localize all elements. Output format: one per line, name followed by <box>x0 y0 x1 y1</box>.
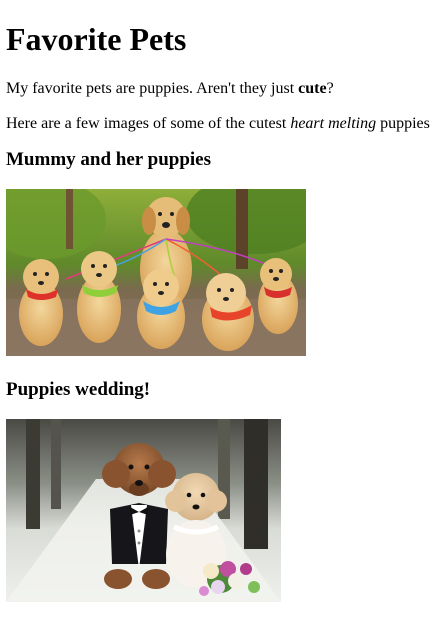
secondary-end-text: puppies <box>376 115 430 132</box>
secondary-paragraph: Here are a few images of some of the cut… <box>6 114 438 133</box>
secondary-text: Here are a few images of some of the cut… <box>6 115 291 132</box>
intro-end-text: ? <box>326 80 334 97</box>
page-title: Favorite Pets <box>6 21 187 57</box>
intro-bold-text: cute <box>298 80 327 97</box>
poodle-wedding-photo <box>6 419 281 602</box>
secondary-italic-text: heart melting <box>290 115 377 132</box>
intro-text: My favorite pets are puppies. Aren't the… <box>6 80 299 97</box>
intro-paragraph: My favorite pets are puppies. Aren't the… <box>6 79 438 98</box>
section-heading-wedding: Puppies wedding! <box>6 379 151 400</box>
golden-retriever-puppies-photo <box>6 189 306 356</box>
section-heading-mummy: Mummy and her puppies <box>6 149 212 170</box>
page-content: Favorite Pets My favorite pets are puppi… <box>0 21 444 602</box>
